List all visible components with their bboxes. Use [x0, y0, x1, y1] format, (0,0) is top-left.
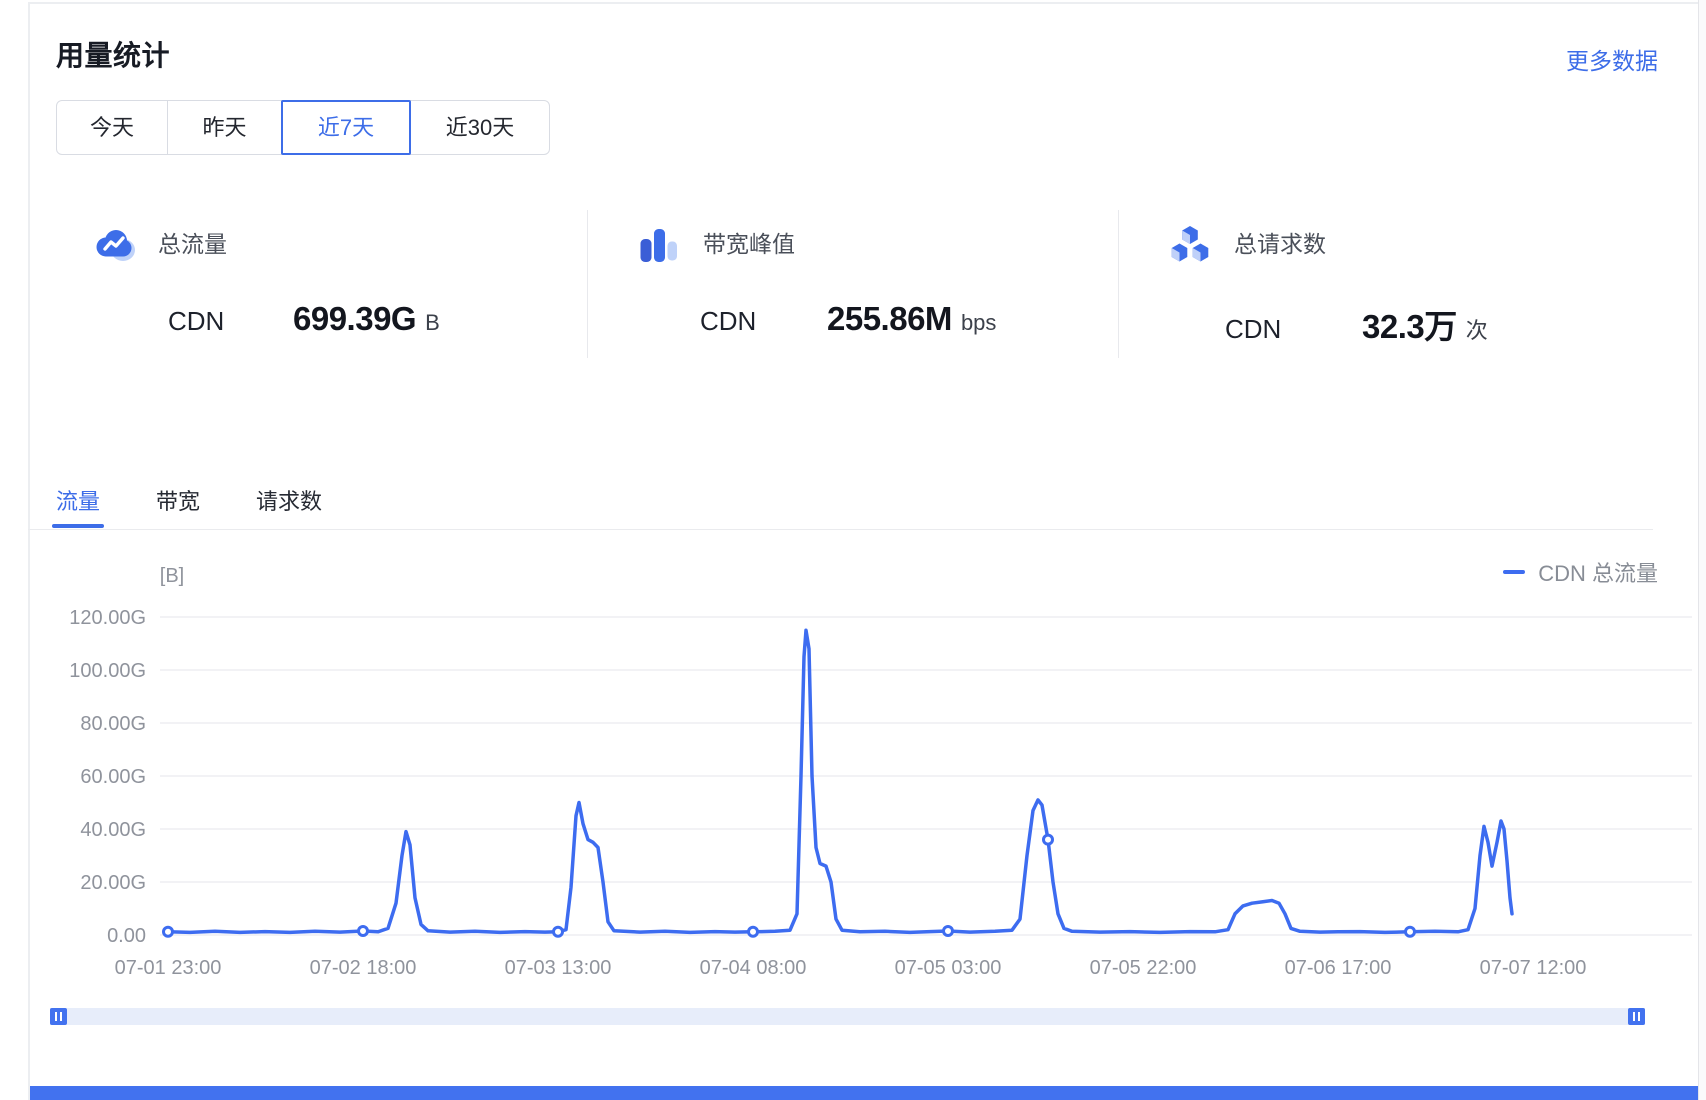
active-tab-underline [52, 524, 104, 528]
range-tab-last30days[interactable]: 近30天 [410, 100, 550, 155]
svg-text:07-02 18:00: 07-02 18:00 [310, 957, 417, 979]
datazoom-right-handle[interactable] [1628, 1008, 1645, 1025]
stats-row: 总流量 CDN 699.39G B 带宽峰值 CDN 255.86M bps [0, 198, 1706, 363]
svg-text:[B]: [B] [160, 565, 184, 587]
stat-value-row: CDN 255.86M bps [700, 300, 996, 338]
range-tab-yesterday[interactable]: 昨天 [167, 100, 282, 155]
stat-value: 255.86M [827, 300, 952, 338]
svg-text:120.00G: 120.00G [69, 607, 146, 629]
svg-text:07-05 03:00: 07-05 03:00 [895, 957, 1002, 979]
metric-tabs: 流量 带宽 请求数 [56, 484, 378, 516]
stat-label: 总请求数 [1234, 222, 1326, 266]
tabs-bottom-border [28, 529, 1653, 530]
stat-product: CDN [1225, 314, 1362, 345]
datazoom-left-handle[interactable] [50, 1008, 67, 1025]
page-title: 用量统计 [56, 34, 170, 74]
svg-text:07-07 12:00: 07-07 12:00 [1480, 957, 1587, 979]
more-data-link[interactable]: 更多数据 [1566, 42, 1658, 76]
stat-label: 总流量 [158, 222, 227, 266]
svg-text:07-05 22:00: 07-05 22:00 [1090, 957, 1197, 979]
svg-text:07-04 08:00: 07-04 08:00 [700, 957, 807, 979]
date-range-tabs: 今天 昨天 近7天 近30天 [56, 100, 550, 155]
stat-label: 带宽峰值 [703, 222, 795, 266]
svg-text:07-03 13:00: 07-03 13:00 [505, 957, 612, 979]
stat-unit: B [425, 310, 440, 336]
tab-requests[interactable]: 请求数 [256, 484, 322, 516]
bandwidth-bars-icon [637, 222, 681, 266]
requests-cubes-icon [1168, 222, 1212, 266]
tab-bandwidth[interactable]: 带宽 [156, 484, 200, 516]
range-tab-today[interactable]: 今天 [56, 100, 168, 155]
svg-text:80.00G: 80.00G [80, 713, 146, 735]
svg-text:40.00G: 40.00G [80, 819, 146, 841]
traffic-cloud-icon [92, 222, 136, 266]
tab-traffic[interactable]: 流量 [56, 484, 100, 516]
stat-value-row: CDN 32.3万 次 [1225, 300, 1488, 348]
range-tab-last7days[interactable]: 近7天 [281, 100, 411, 155]
stat-value: 699.39G [293, 300, 416, 338]
next-section-bar [30, 1086, 1698, 1100]
svg-text:0.00: 0.00 [107, 925, 146, 947]
svg-text:07-01 23:00: 07-01 23:00 [115, 957, 222, 979]
stat-divider [1118, 210, 1119, 358]
svg-text:07-06 17:00: 07-06 17:00 [1285, 957, 1392, 979]
stat-product: CDN [168, 306, 293, 337]
svg-text:60.00G: 60.00G [80, 766, 146, 788]
stat-product: CDN [700, 306, 827, 337]
panel-top-border [28, 2, 1706, 4]
stat-unit: 次 [1466, 313, 1488, 345]
svg-text:20.00G: 20.00G [80, 872, 146, 894]
svg-text:100.00G: 100.00G [69, 660, 146, 682]
stat-value: 32.3万 [1362, 300, 1457, 348]
stat-divider [587, 210, 588, 358]
datazoom-track[interactable] [50, 1008, 1645, 1025]
usage-line-chart[interactable]: 0.00 20.00G 40.00G 60.00G 80.00G 100.00G 120.0… [0, 540, 1706, 990]
stat-unit: bps [961, 310, 996, 336]
stat-value-row: CDN 699.39G B [168, 300, 440, 338]
usage-stats-panel: 用量统计 更多数据 今天 昨天 近7天 近30天 总流量 CDN 699.3 [0, 0, 1706, 1100]
